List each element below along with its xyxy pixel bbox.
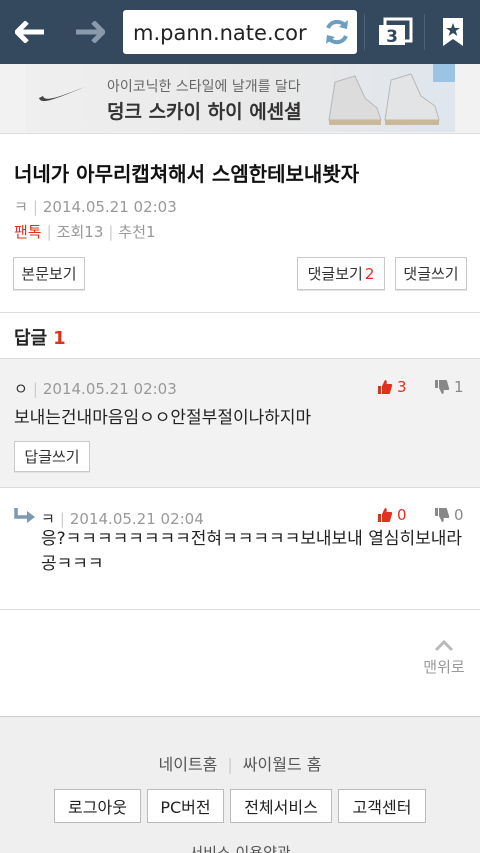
tab-count: 3	[386, 27, 398, 47]
tabs-icon: 3	[379, 17, 413, 47]
view-comments-label: 댓글보기	[307, 265, 363, 283]
view-comments-button[interactable]: 댓글보기 2	[297, 257, 385, 290]
arrow-left-icon	[15, 21, 44, 43]
url-text[interactable]: m.pann.nate.cor	[133, 21, 313, 45]
thumbs-up-icon	[378, 380, 393, 394]
reply-body: 응?ㅋㅋㅋㅋㅋㅋㅋㅋ전혀ㅋㅋㅋㅋㅋ보내보내 열심히보내라공ㅋㅋㅋ	[41, 529, 463, 574]
reload-icon[interactable]	[321, 16, 353, 48]
bookmark-button[interactable]	[425, 0, 480, 64]
write-reply-button[interactable]: 답글쓰기	[14, 441, 90, 472]
article-author: ㅋ	[14, 198, 28, 216]
ad-tagline: 아이코닉한 스타일에 날개를 달다	[107, 79, 301, 95]
article-title: 너네가 아무리캡쳐해서 스엠한테보내봣자	[14, 162, 360, 186]
article-recommends: 추천1	[118, 223, 156, 241]
reply-date: 2014.05.21 02:04	[69, 510, 204, 528]
dislike-count: 0	[454, 506, 464, 524]
thumbs-down-icon	[435, 380, 450, 394]
article-date: 2014.05.21 02:03	[42, 198, 177, 216]
article-stats: 팬톡 | 조회13 | 추천1	[14, 223, 156, 241]
ad-content[interactable]: 아이코닉한 스타일에 날개를 달다 덩크 스카이 하이 에센셜	[25, 64, 455, 132]
terms-link[interactable]: 서비스 이용약관	[0, 842, 480, 853]
reply-arrow-icon	[14, 508, 35, 523]
footer: 네이트홈 | 싸이월드 홈 로그아웃 PC버전 전체서비스 고객센터 서비스 이용약…	[0, 716, 480, 853]
reply-meta: ㅋ | 2014.05.21 02:04	[41, 510, 204, 528]
comment-count: 2	[364, 264, 375, 283]
comment-item: ㅇ | 2014.05.21 02:03 3 1 보내는건내마음임ㅇㅇ안절부절이나하…	[0, 358, 480, 488]
chevron-up-icon	[434, 640, 454, 652]
logout-button[interactable]: 로그아웃	[54, 789, 141, 823]
comment-meta: ㅇ | 2014.05.21 02:03	[14, 380, 177, 398]
write-comment-button[interactable]: 댓글쓰기	[395, 257, 467, 290]
nate-home-link[interactable]: 네이트홈	[159, 755, 218, 774]
like-count: 3	[397, 378, 407, 396]
browser-toolbar: m.pann.nate.cor 3	[0, 0, 480, 64]
thumbs-up-icon	[378, 508, 393, 522]
sneaker-image-icon	[328, 73, 440, 125]
scroll-top-label: 맨위로	[423, 658, 465, 676]
reply-item: ㅋ | 2014.05.21 02:04 0 0 응?ㅋㅋㅋㅋㅋㅋㅋㅋ전혀ㅋㅋㅋㅋㅋ…	[0, 489, 480, 609]
reply-author: ㅋ	[41, 510, 55, 528]
comment-body: 보내는건내마음임ㅇㅇ안절부절이나하지마	[14, 408, 312, 428]
replies-label: 답글	[14, 328, 48, 349]
footer-links: 네이트홈 | 싸이월드 홈	[158, 755, 322, 774]
divider	[0, 312, 480, 313]
like-button[interactable]: 3	[377, 378, 407, 396]
dislike-button[interactable]: 1	[434, 378, 464, 396]
back-button[interactable]	[0, 0, 60, 64]
ad-info-icon[interactable]	[433, 64, 455, 82]
replies-count: 1	[53, 328, 66, 349]
ad-headline: 덩크 스카이 하이 에센셜	[107, 101, 302, 123]
customer-center-button[interactable]: 고객센터	[338, 789, 426, 823]
url-bar[interactable]: m.pann.nate.cor	[123, 10, 357, 54]
view-body-button[interactable]: 본문보기	[13, 257, 85, 290]
swoosh-logo-icon	[39, 86, 87, 102]
all-services-button[interactable]: 전체서비스	[230, 789, 332, 823]
dislike-count: 1	[454, 378, 464, 396]
forward-button[interactable]	[60, 0, 120, 64]
thumbs-down-icon	[435, 508, 450, 522]
ad-banner[interactable]: 아이코닉한 스타일에 날개를 달다 덩크 스카이 하이 에센셜	[0, 64, 480, 134]
pc-version-button[interactable]: PC버전	[147, 789, 224, 823]
comment-author: ㅇ	[14, 380, 28, 398]
comment-date: 2014.05.21 02:03	[42, 380, 177, 398]
article-meta: ㅋ | 2014.05.21 02:03	[14, 198, 177, 216]
article-views: 조회13	[56, 223, 104, 241]
article-category[interactable]: 팬톡	[14, 223, 42, 241]
divider	[0, 609, 480, 610]
tabs-button[interactable]: 3	[365, 0, 425, 64]
arrow-right-icon	[76, 21, 105, 43]
like-button[interactable]: 0	[377, 506, 407, 524]
replies-heading: 답글 1	[14, 324, 66, 350]
bookmark-star-icon	[442, 18, 463, 46]
dislike-button[interactable]: 0	[434, 506, 464, 524]
scroll-top-button[interactable]: 맨위로	[416, 640, 472, 677]
cyworld-home-link[interactable]: 싸이월드 홈	[243, 755, 322, 774]
like-count: 0	[397, 506, 407, 524]
